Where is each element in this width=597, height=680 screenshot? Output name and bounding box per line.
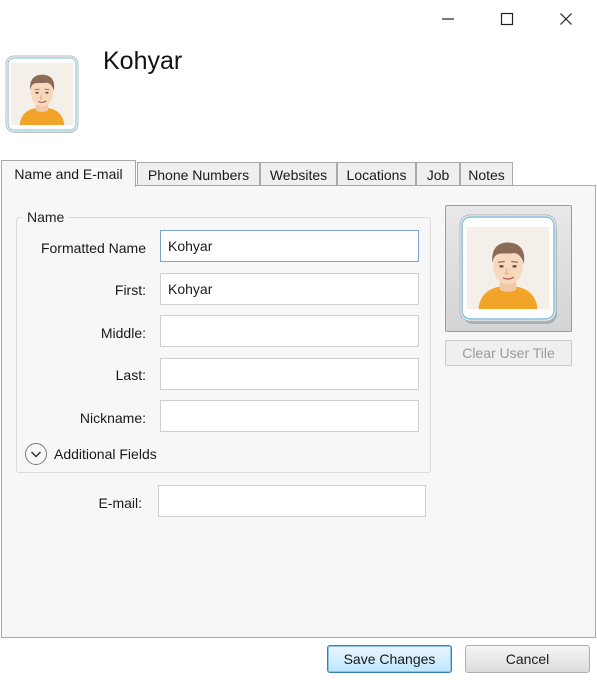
save-changes-button[interactable]: Save Changes	[327, 645, 452, 673]
user-avatar-icon	[459, 214, 557, 324]
contact-avatar	[4, 53, 82, 137]
additional-fields-label: Additional Fields	[54, 446, 157, 462]
middle-name-input[interactable]	[160, 315, 419, 347]
email-input[interactable]	[158, 485, 426, 517]
additional-fields-expander[interactable]: Additional Fields	[24, 442, 157, 466]
name-group-legend: Name	[23, 209, 69, 225]
formatted-name-label: Formatted Name	[40, 240, 146, 256]
formatted-name-input[interactable]	[160, 230, 419, 262]
middle-name-label: Middle:	[100, 325, 146, 341]
tab-name-and-email[interactable]: Name and E-mail	[1, 160, 136, 187]
nickname-label: Nickname:	[79, 410, 146, 426]
clear-user-tile-button[interactable]: Clear User Tile	[445, 340, 572, 366]
first-name-label: First:	[114, 282, 146, 298]
maximize-button[interactable]	[484, 4, 530, 34]
last-name-input[interactable]	[160, 358, 419, 390]
close-button[interactable]	[543, 4, 589, 34]
tab-panel-name-and-email: Name Formatted Name First: Middle: Last:…	[1, 185, 596, 638]
contact-display-name: Kohyar	[103, 47, 183, 75]
cancel-button[interactable]: Cancel	[465, 645, 590, 673]
user-tile-button[interactable]	[445, 205, 572, 332]
maximize-icon	[500, 12, 514, 26]
nickname-input[interactable]	[160, 400, 419, 432]
tab-websites[interactable]: Websites	[260, 162, 337, 186]
user-avatar-icon	[5, 55, 79, 133]
close-icon	[560, 13, 572, 25]
tab-job[interactable]: Job	[416, 162, 460, 186]
email-label: E-mail:	[98, 495, 142, 511]
minimize-icon	[442, 18, 454, 20]
tab-locations[interactable]: Locations	[337, 162, 416, 186]
last-name-label: Last:	[115, 367, 146, 383]
tab-phone-numbers[interactable]: Phone Numbers	[137, 162, 260, 186]
first-name-input[interactable]	[160, 273, 419, 305]
chevron-down-icon	[25, 443, 47, 465]
minimize-button[interactable]	[425, 4, 471, 34]
tab-notes[interactable]: Notes	[460, 162, 513, 186]
